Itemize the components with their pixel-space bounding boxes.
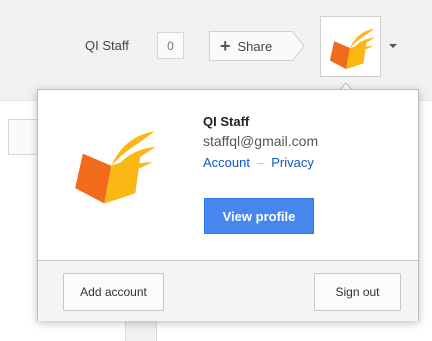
caret-down-icon[interactable] bbox=[389, 44, 397, 48]
sign-out-button[interactable]: Sign out bbox=[314, 273, 401, 311]
share-arrow-icon bbox=[292, 31, 305, 61]
notification-count[interactable]: 0 bbox=[157, 32, 184, 59]
add-account-button[interactable]: Add account bbox=[63, 273, 164, 311]
profile-info: QI Staff staffql@gmail.com Account – Priva… bbox=[203, 112, 318, 170]
link-separator: – bbox=[256, 155, 265, 170]
winged-book-logo-icon bbox=[75, 131, 156, 204]
share-button[interactable]: + Share bbox=[209, 31, 305, 61]
view-profile-button[interactable]: View profile bbox=[204, 198, 314, 234]
profile-name: QI Staff bbox=[203, 114, 250, 129]
privacy-link[interactable]: Privacy bbox=[271, 155, 314, 170]
account-avatar-button[interactable] bbox=[320, 16, 381, 77]
winged-book-logo-icon bbox=[329, 28, 375, 69]
share-label: Share bbox=[237, 38, 273, 54]
profile-links: Account – Privacy bbox=[203, 155, 318, 170]
background-input-fragment bbox=[8, 119, 39, 155]
profile-email: staffql@gmail.com bbox=[203, 133, 319, 149]
plus-icon: + bbox=[220, 36, 231, 56]
top-bar: QI Staff 0 + Share bbox=[0, 0, 432, 90]
user-name-link[interactable]: QI Staff bbox=[85, 38, 129, 53]
account-popup: QI Staff staffql@gmail.com Account – Priva… bbox=[37, 89, 419, 321]
google-bar-page: QI Staff 0 + Share QI Staff staffql@gmai… bbox=[0, 0, 432, 341]
background-column-fragment bbox=[125, 318, 157, 341]
share-button-body[interactable]: + Share bbox=[209, 31, 293, 61]
account-link[interactable]: Account bbox=[203, 155, 250, 170]
profile-avatar bbox=[65, 116, 161, 212]
popup-footer: Add account Sign out bbox=[38, 260, 418, 321]
